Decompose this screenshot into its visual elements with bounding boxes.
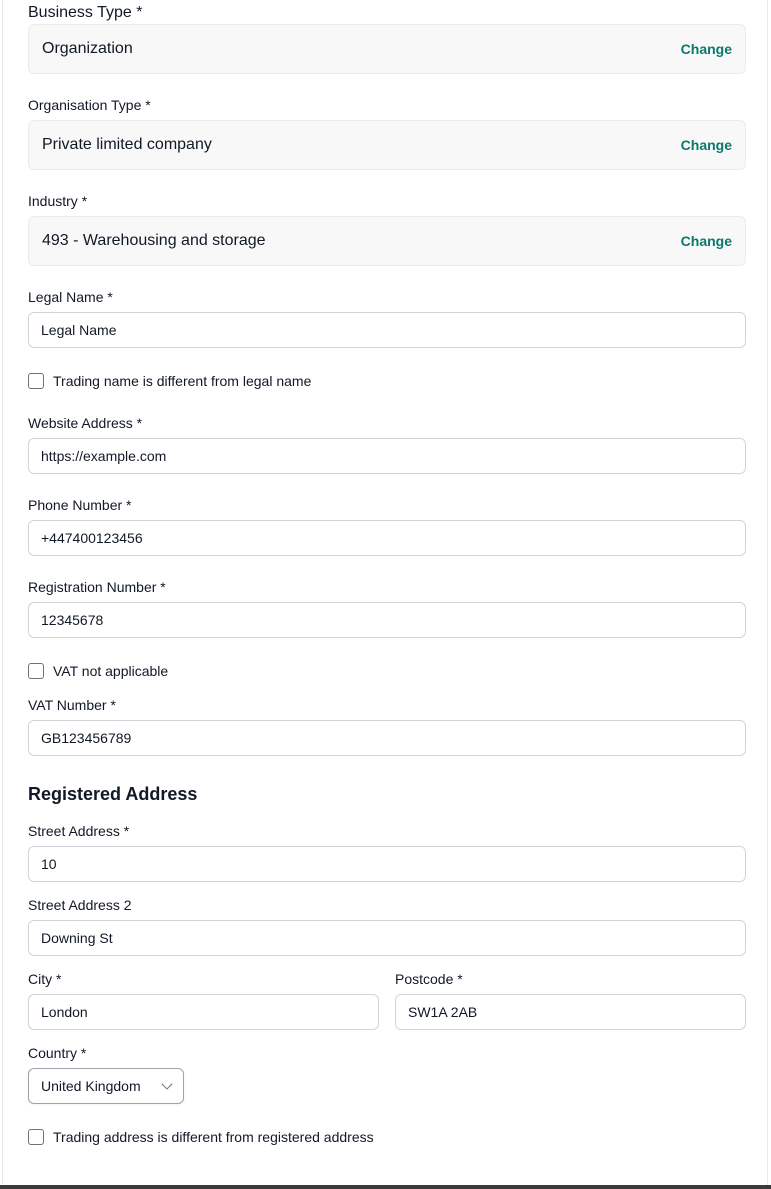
vat-not-applicable-label: VAT not applicable: [53, 663, 169, 679]
street-address-2-label: Street Address 2: [28, 897, 132, 913]
business-type-value: Organization: [42, 40, 133, 57]
business-type-field: Organization Change: [28, 24, 746, 74]
legal-name-input[interactable]: [28, 312, 746, 348]
country-select[interactable]: United Kingdom: [28, 1068, 184, 1104]
phone-label: Phone Number *: [28, 497, 132, 513]
website-label: Website Address *: [28, 415, 143, 431]
business-type-change-link[interactable]: Change: [681, 41, 732, 57]
vat-not-applicable-checkbox[interactable]: [28, 663, 44, 679]
organisation-type-change-link[interactable]: Change: [681, 137, 732, 153]
website-input[interactable]: [28, 438, 746, 474]
trading-address-checkbox-row[interactable]: Trading address is different from regist…: [28, 1129, 374, 1145]
vat-number-input[interactable]: [28, 720, 746, 756]
legal-name-label: Legal Name *: [28, 289, 113, 305]
industry-label: Industry *: [28, 193, 88, 209]
organisation-type-label: Organisation Type *: [28, 97, 151, 113]
postcode-label: Postcode *: [395, 971, 463, 987]
phone-input[interactable]: [28, 520, 746, 556]
street-address-label: Street Address *: [28, 823, 130, 839]
organisation-type-field: Private limited company Change: [28, 120, 746, 170]
organisation-type-value: Private limited company: [42, 136, 212, 153]
industry-field: 493 - Warehousing and storage Change: [28, 216, 746, 266]
form-page: Business Type * Organization Change Orga…: [2, 0, 768, 1185]
business-type-label: Business Type *: [28, 4, 143, 21]
vat-number-label: VAT Number *: [28, 697, 116, 713]
trading-name-checkbox[interactable]: [28, 373, 44, 389]
registration-label: Registration Number *: [28, 579, 166, 595]
chevron-down-icon: [161, 1078, 173, 1090]
trading-address-checkbox-label: Trading address is different from regist…: [53, 1129, 374, 1145]
country-label: Country *: [28, 1045, 87, 1061]
bottom-bar: [0, 1185, 771, 1189]
trading-name-checkbox-label: Trading name is different from legal nam…: [53, 373, 312, 389]
vat-not-applicable-row[interactable]: VAT not applicable: [28, 663, 168, 679]
registration-input[interactable]: [28, 602, 746, 638]
country-select-value: United Kingdom: [41, 1078, 141, 1094]
trading-name-checkbox-row[interactable]: Trading name is different from legal nam…: [28, 373, 311, 389]
street-address-2-input[interactable]: [28, 920, 746, 956]
city-label: City *: [28, 971, 62, 987]
street-address-input[interactable]: [28, 846, 746, 882]
registered-address-heading: Registered Address: [28, 784, 198, 804]
city-input[interactable]: [28, 994, 379, 1030]
industry-change-link[interactable]: Change: [681, 233, 732, 249]
postcode-input[interactable]: [395, 994, 746, 1030]
trading-address-checkbox[interactable]: [28, 1129, 44, 1145]
industry-value: 493 - Warehousing and storage: [42, 232, 266, 249]
